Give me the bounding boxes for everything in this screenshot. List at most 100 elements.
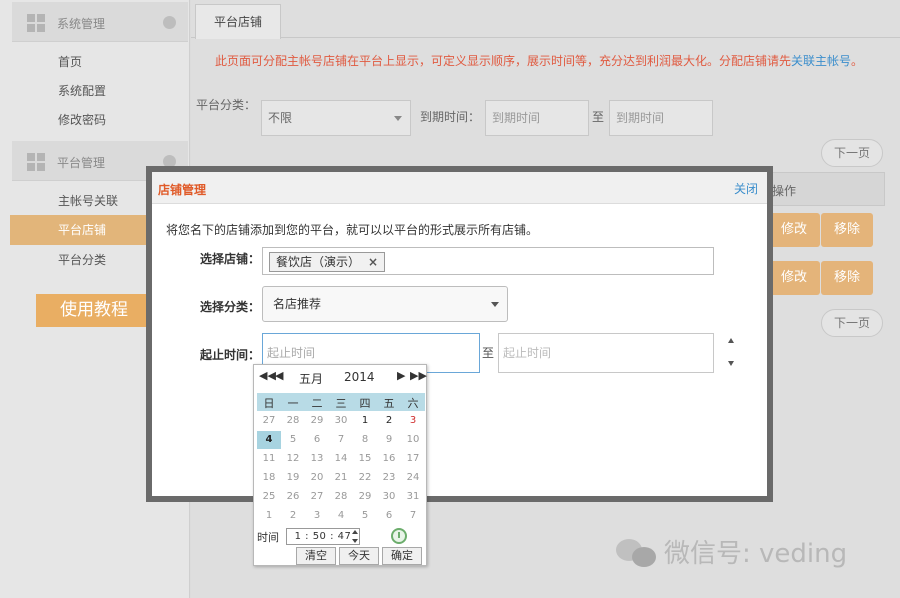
- calendar-day[interactable]: 28: [329, 488, 353, 506]
- page-notice: 此页面可分配主帐号店铺在平台上显示，可定义显示顺序，展示时间等，充分达到利润最大…: [215, 52, 863, 69]
- calendar-day[interactable]: 27: [305, 488, 329, 506]
- edit-button[interactable]: 修改: [768, 261, 820, 295]
- calendar-day[interactable]: 16: [377, 450, 401, 468]
- next-page-button-bottom[interactable]: 下一页: [821, 309, 883, 337]
- calendar-day[interactable]: 15: [353, 450, 377, 468]
- date-end-input[interactable]: 起止时间: [498, 333, 714, 373]
- sidebar-item-system-config[interactable]: 系统配置: [12, 76, 188, 106]
- collapse-icon[interactable]: [163, 16, 176, 29]
- calendar-day[interactable]: 9: [377, 431, 401, 449]
- tutorial-button[interactable]: 使用教程: [36, 294, 152, 327]
- remove-tag-icon[interactable]: ×: [368, 255, 378, 269]
- link-main-account[interactable]: 关联主帐号: [791, 54, 851, 68]
- arrow-up-icon[interactable]: [728, 338, 734, 343]
- calendar-day[interactable]: 5: [353, 507, 377, 525]
- calendar-day[interactable]: 14: [329, 450, 353, 468]
- prev-month-icon[interactable]: ◀: [275, 369, 283, 382]
- weekday: 二: [311, 397, 323, 410]
- calendar-day[interactable]: 3: [305, 507, 329, 525]
- chevron-down-icon: [491, 302, 499, 307]
- sidebar-item-label: 首页: [58, 55, 83, 69]
- store-tag: 餐饮店（演示） ×: [269, 252, 386, 272]
- date-range-label: 起止时间：: [200, 348, 261, 362]
- calendar-day[interactable]: 23: [377, 469, 401, 487]
- edit-button[interactable]: 修改: [768, 213, 820, 247]
- calendar-day[interactable]: 30: [377, 488, 401, 506]
- sidebar-section-system[interactable]: 系统管理: [12, 2, 188, 42]
- filter-expire-start-input[interactable]: 到期时间: [485, 100, 589, 136]
- filter-category-label: 平台分类：: [196, 98, 257, 112]
- filter-expire-separator: 至: [592, 110, 605, 124]
- calendar-day[interactable]: 18: [257, 469, 281, 487]
- sidebar-item-home[interactable]: 首页: [12, 47, 188, 77]
- calendar-day[interactable]: 4: [329, 507, 353, 525]
- calendar-day[interactable]: 10: [401, 431, 425, 449]
- time-spinner[interactable]: [351, 529, 359, 544]
- calendar-day[interactable]: 12: [281, 450, 305, 468]
- calendar-month[interactable]: 五月: [299, 370, 323, 387]
- calendar-day[interactable]: 27: [257, 412, 281, 430]
- tab-platform-store[interactable]: 平台店铺: [195, 4, 281, 39]
- store-multiselect[interactable]: 餐饮店（演示） ×: [262, 247, 714, 275]
- calendar-day[interactable]: 3: [401, 412, 425, 430]
- filter-expire-end-input[interactable]: 到期时间: [609, 100, 713, 136]
- calendar-day[interactable]: 7: [401, 507, 425, 525]
- calendar-day[interactable]: 11: [257, 450, 281, 468]
- next-month-icon[interactable]: ▶: [397, 369, 405, 382]
- dialog-close-button[interactable]: 关闭: [734, 180, 758, 197]
- remove-button[interactable]: 移除: [821, 213, 873, 247]
- remove-button[interactable]: 移除: [821, 261, 873, 295]
- time-input[interactable]: 1 : 50 : 47: [286, 528, 360, 545]
- calendar-year[interactable]: 2014: [344, 370, 375, 384]
- weekday: 一: [287, 397, 299, 410]
- calendar-day[interactable]: 25: [257, 488, 281, 506]
- filter-expire-start-placeholder: 到期时间: [492, 111, 541, 125]
- weekday: 日: [263, 397, 275, 410]
- clear-button[interactable]: 清空: [296, 547, 336, 565]
- calendar-day[interactable]: 1: [353, 412, 377, 430]
- calendar-day[interactable]: 30: [329, 412, 353, 430]
- calendar-day[interactable]: 19: [281, 469, 305, 487]
- calendar-day[interactable]: 8: [353, 431, 377, 449]
- clock-icon[interactable]: [391, 528, 407, 544]
- calendar-day[interactable]: 29: [305, 412, 329, 430]
- calendar-day[interactable]: 20: [305, 469, 329, 487]
- arrow-down-icon[interactable]: [352, 539, 358, 543]
- watermark-text: 微信号: veding: [664, 539, 848, 569]
- filter-expire-label: 到期时间：: [420, 110, 481, 124]
- arrow-down-icon[interactable]: [728, 361, 734, 366]
- calendar-day[interactable]: 21: [329, 469, 353, 487]
- weekday: 六: [407, 397, 419, 410]
- filter-category-select[interactable]: 不限: [261, 100, 411, 136]
- time-label: 时间: [257, 531, 279, 544]
- calendar-day[interactable]: 29: [353, 488, 377, 506]
- calendar-day[interactable]: 17: [401, 450, 425, 468]
- calendar-day[interactable]: 6: [305, 431, 329, 449]
- today-button[interactable]: 今天: [339, 547, 379, 565]
- arrow-up-icon[interactable]: [352, 530, 358, 534]
- calendar-day[interactable]: 24: [401, 469, 425, 487]
- calendar-day[interactable]: 2: [281, 507, 305, 525]
- sidebar-item-label: 主帐号关联: [58, 194, 119, 208]
- category-select[interactable]: 名店推荐: [262, 286, 508, 322]
- calendar-day[interactable]: 4: [257, 431, 281, 449]
- calendar-day[interactable]: 26: [281, 488, 305, 506]
- calendar-day[interactable]: 13: [305, 450, 329, 468]
- calendar-day[interactable]: 22: [353, 469, 377, 487]
- calendar-day[interactable]: 7: [329, 431, 353, 449]
- calendar-day[interactable]: 5: [281, 431, 305, 449]
- calendar-day[interactable]: 31: [401, 488, 425, 506]
- table-header-operate: 操作: [772, 184, 797, 198]
- confirm-button[interactable]: 确定: [382, 547, 422, 565]
- calendar-day[interactable]: 6: [377, 507, 401, 525]
- store-tag-label: 餐饮店（演示）: [276, 255, 361, 269]
- calendar-day[interactable]: 28: [281, 412, 305, 430]
- sidebar-item-change-password[interactable]: 修改密码: [12, 105, 188, 135]
- next-year-icon[interactable]: ▶▶: [410, 369, 427, 382]
- calendar-day[interactable]: 2: [377, 412, 401, 430]
- prev-year-icon[interactable]: ◀◀: [259, 369, 276, 382]
- scroll-arrows[interactable]: [726, 336, 738, 370]
- dialog-description: 将您名下的店铺添加到您的平台，就可以以平台的形式展示所有店铺。: [166, 223, 539, 237]
- next-page-button-top[interactable]: 下一页: [821, 139, 883, 167]
- calendar-day[interactable]: 1: [257, 507, 281, 525]
